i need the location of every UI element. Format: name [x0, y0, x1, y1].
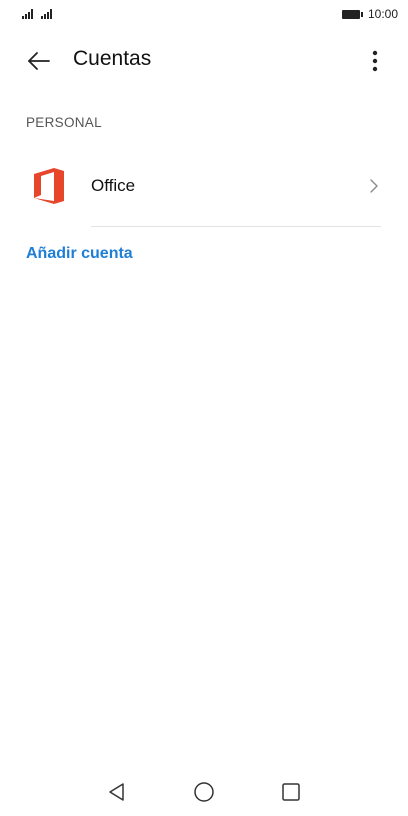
navigation-bar [0, 770, 408, 816]
signal-strength-icon [22, 9, 33, 19]
page-title: Cuentas [73, 47, 152, 70]
office-icon [34, 168, 64, 204]
more-options-button[interactable] [364, 46, 386, 76]
nav-home-circle-icon [194, 782, 214, 802]
back-button[interactable] [26, 48, 52, 74]
account-item-office[interactable]: Office [0, 160, 408, 216]
divider [91, 226, 381, 227]
status-time: 10:00 [367, 7, 398, 21]
nav-recent-square-icon [282, 783, 300, 801]
section-label: PERSONAL [26, 115, 102, 130]
arrow-left-icon [28, 52, 50, 70]
signal-indicators [22, 9, 52, 19]
status-right: 10:00 [341, 7, 398, 21]
signal-strength-icon [41, 9, 52, 19]
nav-recent-button[interactable] [279, 780, 303, 804]
nav-back-button[interactable] [105, 780, 129, 804]
chevron-right-icon [370, 179, 378, 193]
more-vert-icon [372, 50, 378, 72]
nav-home-button[interactable] [192, 780, 216, 804]
add-account-link[interactable]: Añadir cuenta [26, 245, 133, 263]
screen: 10:00 Cuentas PERSONAL Office Añadir cue… [0, 0, 408, 816]
battery-icon [341, 9, 363, 19]
nav-back-triangle-icon [109, 783, 124, 801]
account-label: Office [91, 176, 136, 195]
app-bar: Cuentas [0, 36, 408, 84]
status-bar: 10:00 [0, 0, 408, 28]
